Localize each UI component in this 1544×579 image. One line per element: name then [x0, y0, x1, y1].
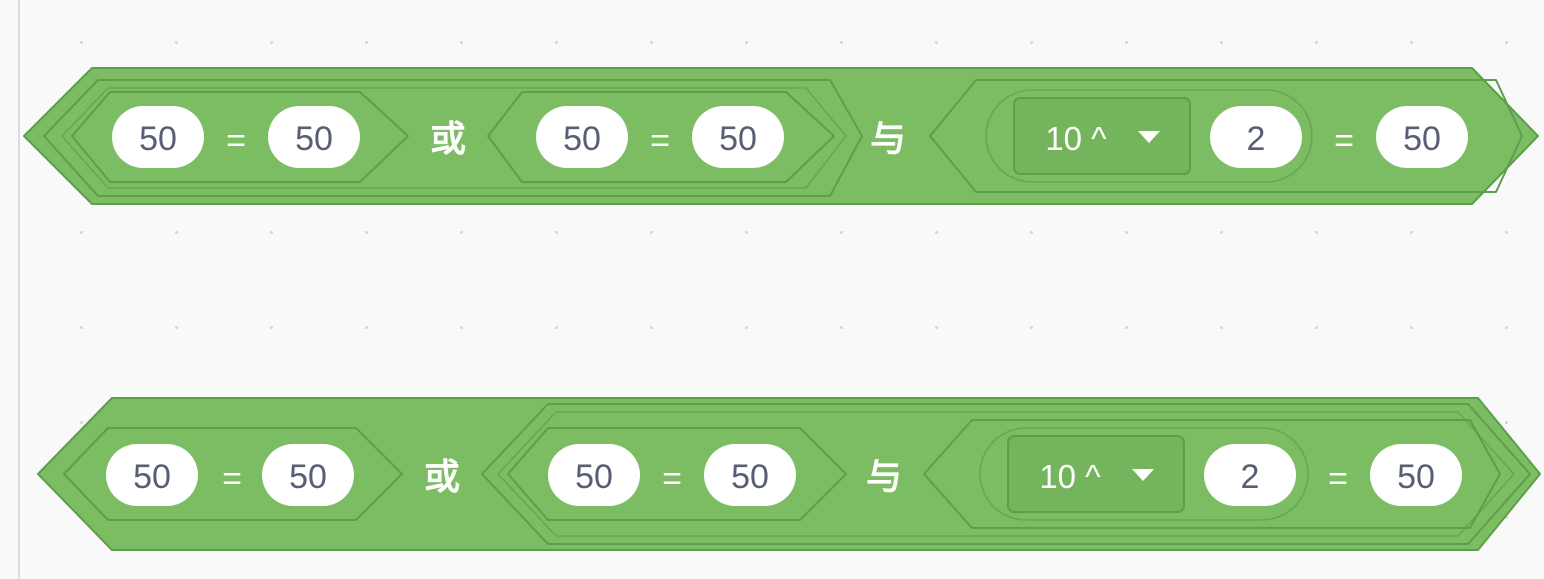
exponent-input-value: 2 [1241, 458, 1260, 496]
equals-sign: = [222, 460, 242, 498]
operator-block-2[interactable]: 50 = 50 或 50 = 50 与 10 ^ 2 = 50 [37, 397, 1541, 551]
or-label: 或 [430, 119, 466, 160]
and-label: 与 [866, 457, 902, 498]
number-input-c-value: 50 [563, 120, 601, 158]
number-input-b-value: 50 [295, 120, 333, 158]
exponent-input-value: 2 [1247, 120, 1266, 158]
number-input-e-value: 50 [1403, 120, 1441, 158]
equals-sign: = [650, 122, 670, 160]
equals-sign: = [662, 460, 682, 498]
number-input-a-value: 50 [133, 458, 171, 496]
equals-sign: = [1334, 122, 1354, 160]
or-label: 或 [424, 457, 460, 498]
and-label: 与 [870, 119, 906, 160]
function-dropdown-value: 10 ^ [1039, 458, 1101, 495]
function-dropdown-value: 10 ^ [1045, 120, 1107, 157]
equals-sign: = [226, 122, 246, 160]
code-workspace[interactable]: 50 = 50 或 50 = 50 与 10 ^ 2 = 50 50 = 50 … [0, 0, 1544, 579]
number-input-a-value: 50 [139, 120, 177, 158]
equals-sign: = [1328, 460, 1348, 498]
number-input-b-value: 50 [289, 458, 327, 496]
number-input-d-value: 50 [719, 120, 757, 158]
operator-block-1[interactable]: 50 = 50 或 50 = 50 与 10 ^ 2 = 50 [23, 67, 1539, 205]
number-input-c-value: 50 [575, 458, 613, 496]
number-input-e-value: 50 [1397, 458, 1435, 496]
number-input-d-value: 50 [731, 458, 769, 496]
